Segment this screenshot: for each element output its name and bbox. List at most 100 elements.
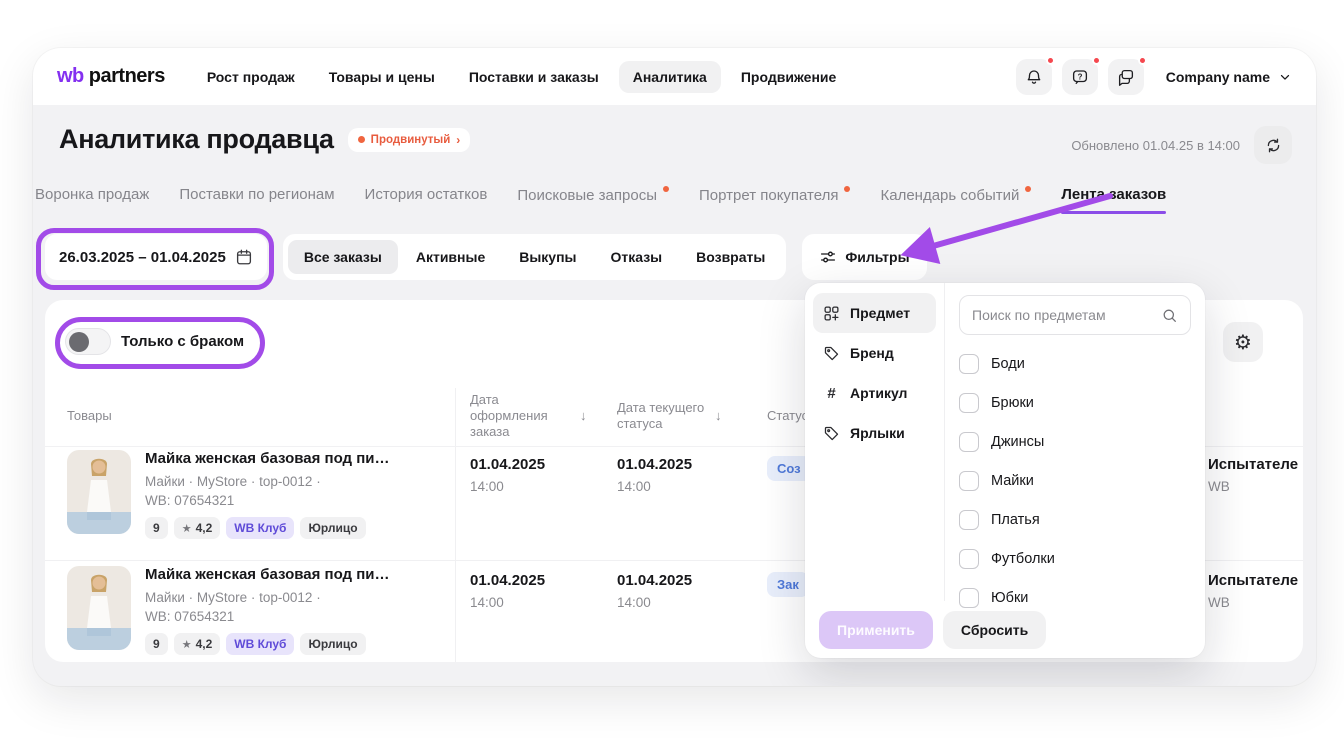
date-range-picker[interactable]: 26.03.2025 – 01.04.2025: [45, 234, 267, 280]
segment-active[interactable]: Активные: [400, 240, 501, 274]
legal-entity-badge: Юрлицо: [300, 633, 365, 655]
top-navbar: wb partners Рост продаж Товары и цены По…: [33, 48, 1316, 105]
product-title[interactable]: Майка женская базовая под пи…: [145, 450, 390, 467]
nav-item-supplies-orders[interactable]: Поставки и заказы: [469, 69, 599, 85]
qty-badge: 9: [145, 517, 168, 539]
tab-sales-funnel[interactable]: Воронка продаж: [35, 186, 149, 204]
chevron-down-icon: [1278, 70, 1292, 84]
nav-right-cluster: ? Company name: [1016, 59, 1292, 95]
sliders-icon: [819, 248, 837, 266]
bell-icon: [1025, 68, 1043, 86]
column-header-products[interactable]: Товары: [67, 394, 112, 438]
option-trousers[interactable]: Брюки: [959, 383, 1191, 422]
order-status-segmented-control: Все заказы Активные Выкупы Отказы Возвра…: [283, 234, 787, 280]
reset-button[interactable]: Сбросить: [943, 611, 1046, 649]
screenshot-stage: wb partners Рост продаж Товары и цены По…: [0, 0, 1344, 738]
star-icon: ★: [182, 638, 192, 651]
segment-buyouts[interactable]: Выкупы: [503, 240, 592, 274]
subject-search-input[interactable]: [972, 307, 1153, 323]
product-wb-code: WB: 07654321: [145, 493, 390, 508]
product-subtitle: Майки · MyStore · top-0012 ·: [145, 590, 390, 605]
product-title[interactable]: Майка женская базовая под пи…: [145, 566, 390, 583]
plan-dot-icon: [358, 136, 365, 143]
product-photo: [67, 450, 131, 534]
filter-category-labels[interactable]: Ярлыки: [813, 413, 936, 453]
status-date-cell: 01.04.2025 14:00: [617, 572, 692, 610]
logo-wb: wb: [57, 65, 84, 88]
legal-entity-badge: Юрлицо: [300, 517, 365, 539]
product-info: Майка женская базовая под пи… Майки · My…: [145, 566, 390, 655]
help-button[interactable]: ?: [1062, 59, 1098, 95]
category-icon: [823, 305, 840, 322]
plan-badge[interactable]: Продвинутый ›: [348, 128, 471, 152]
subject-search[interactable]: [959, 295, 1191, 335]
column-header-status[interactable]: Статус: [767, 394, 808, 438]
product-badges: 9 ★4,2 WB Клуб Юрлицо: [145, 633, 390, 655]
segment-returns[interactable]: Возвраты: [680, 240, 781, 274]
hash-icon: #: [823, 385, 840, 402]
checkbox-icon[interactable]: [959, 471, 979, 491]
tab-buyer-portrait[interactable]: Портрет покупателя: [699, 186, 850, 204]
nav-item-goods-prices[interactable]: Товары и цены: [329, 69, 435, 85]
analytics-tabs: Воронка продаж Поставки по регионам Исто…: [59, 186, 1166, 204]
option-tshirts[interactable]: Футболки: [959, 539, 1191, 578]
tab-orders-feed[interactable]: Лента заказов: [1061, 186, 1166, 204]
filters-button[interactable]: Фильтры: [802, 234, 926, 280]
tab-stock-history[interactable]: История остатков: [365, 186, 488, 204]
checkbox-icon[interactable]: [959, 393, 979, 413]
filters-button-label: Фильтры: [845, 249, 909, 265]
order-date-cell: 01.04.2025 14:00: [470, 572, 545, 610]
column-header-order-date[interactable]: Дата оформления заказа ↓: [470, 394, 587, 438]
filter-category-subject[interactable]: Предмет: [813, 293, 936, 333]
option-tank-tops[interactable]: Майки: [959, 461, 1191, 500]
nav-item-sales-growth[interactable]: Рост продаж: [207, 69, 295, 85]
tab-events-calendar[interactable]: Календарь событий: [880, 186, 1031, 204]
new-feature-dot: [844, 186, 850, 192]
company-menu[interactable]: Company name: [1166, 69, 1292, 85]
gear-icon: ⚙: [1234, 330, 1252, 355]
updated-timestamp: Обновлено 01.04.25 в 14:00: [1071, 138, 1240, 153]
order-date-cell: 01.04.2025 14:00: [470, 456, 545, 494]
messages-dot: [1138, 56, 1147, 65]
filter-category-brand[interactable]: Бренд: [813, 333, 936, 373]
notifications-button[interactable]: [1016, 59, 1052, 95]
product-info: Майка женская базовая под пи… Майки · My…: [145, 450, 390, 539]
nav-item-analytics[interactable]: Аналитика: [619, 61, 721, 93]
filter-category-article[interactable]: # Артикул: [813, 373, 936, 413]
defect-only-toggle[interactable]: [65, 328, 111, 355]
checkbox-icon[interactable]: [959, 549, 979, 569]
refresh-button[interactable]: [1254, 126, 1292, 164]
tab-search-queries[interactable]: Поисковые запросы: [517, 186, 669, 204]
option-bodysuits[interactable]: Боди: [959, 344, 1191, 383]
filter-row: 26.03.2025 – 01.04.2025 Все заказы Актив…: [45, 234, 927, 280]
table-settings-button[interactable]: ⚙: [1223, 322, 1263, 362]
apply-button[interactable]: Применить: [819, 611, 933, 649]
sort-desc-icon: ↓: [580, 408, 587, 424]
svg-text:?: ?: [1077, 72, 1082, 81]
messages-button[interactable]: [1108, 59, 1144, 95]
logo-partners: partners: [89, 65, 165, 88]
tag-icon: [823, 425, 840, 442]
checkbox-icon[interactable]: [959, 354, 979, 374]
nav-item-promotion[interactable]: Продвижение: [741, 69, 836, 85]
qty-badge: 9: [145, 633, 168, 655]
page-title: Аналитика продавца: [59, 124, 334, 155]
filters-panel-content: Боди Брюки Джинсы Майки Платья Футболки …: [945, 283, 1205, 601]
checkbox-icon[interactable]: [959, 510, 979, 530]
option-jeans[interactable]: Джинсы: [959, 422, 1191, 461]
wb-club-badge: WB Клуб: [226, 633, 294, 655]
filters-panel-body: Предмет Бренд # Артикул Ярлыки: [805, 283, 1205, 601]
subject-options-list: Боди Брюки Джинсы Майки Платья Футболки …: [959, 344, 1191, 617]
segment-all-orders[interactable]: Все заказы: [288, 240, 398, 274]
help-dot: [1092, 56, 1101, 65]
tab-supplies-by-region[interactable]: Поставки по регионам: [179, 186, 334, 204]
segment-rejections[interactable]: Отказы: [595, 240, 679, 274]
rating-badge: ★4,2: [174, 517, 221, 539]
toggle-knob: [69, 332, 89, 352]
wb-partners-logo[interactable]: wb partners: [57, 65, 165, 88]
warehouse-cell: Испытателе WB: [1208, 572, 1298, 610]
column-header-status-date[interactable]: Дата текущего статуса ↓: [617, 394, 722, 438]
option-dresses[interactable]: Платья: [959, 500, 1191, 539]
product-badges: 9 ★4,2 WB Клуб Юрлицо: [145, 517, 390, 539]
checkbox-icon[interactable]: [959, 432, 979, 452]
